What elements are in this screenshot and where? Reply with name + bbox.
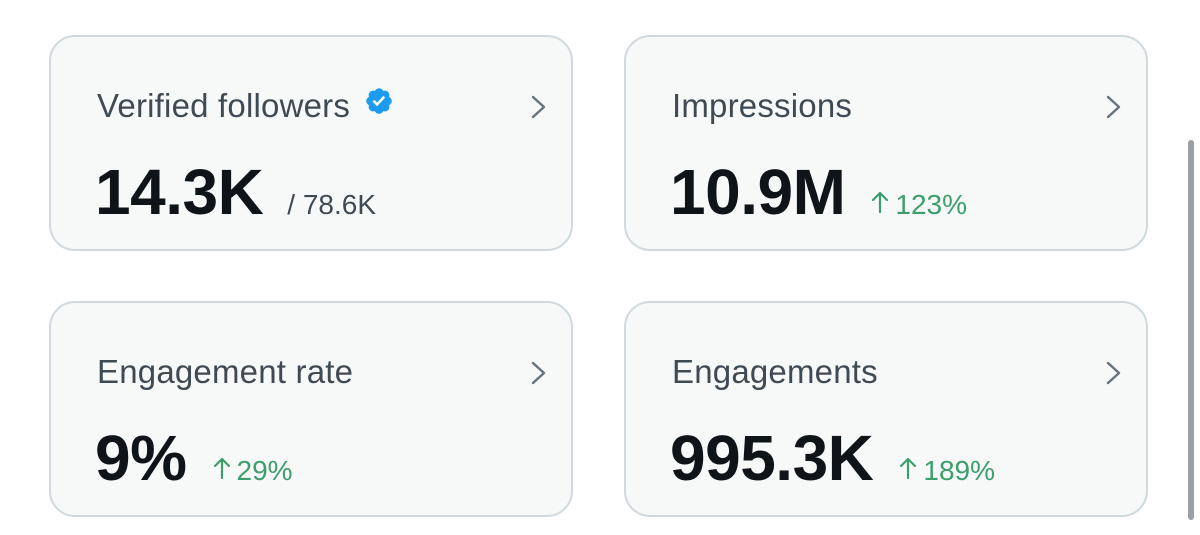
metric-row: 9% 29% bbox=[95, 421, 293, 495]
arrow-up-icon bbox=[213, 457, 230, 480]
verified-badge-icon bbox=[364, 86, 394, 124]
metric-value: 10.9M bbox=[670, 156, 846, 228]
card-title: Engagement rate bbox=[97, 353, 354, 390]
metric-delta-value: 29% bbox=[236, 455, 293, 486]
metric-delta-value: 123% bbox=[895, 189, 967, 220]
card-verified-followers[interactable]: Verified followers 14.3K / 78.6K bbox=[49, 35, 573, 251]
arrow-up-icon bbox=[900, 457, 917, 480]
metric-delta: 29% bbox=[213, 455, 293, 487]
card-title: Impressions bbox=[672, 87, 853, 124]
card-title: Engagements bbox=[672, 353, 878, 390]
metric-row: 10.9M 123% bbox=[670, 155, 967, 229]
analytics-overview: Verified followers 14.3K / 78.6K Impress… bbox=[0, 0, 1200, 535]
metric-row: 14.3K / 78.6K bbox=[95, 155, 376, 229]
arrow-up-icon bbox=[872, 191, 889, 214]
metric-delta: 189% bbox=[899, 455, 995, 487]
card-impressions[interactable]: Impressions 10.9M 123% bbox=[624, 35, 1148, 251]
card-title-label: Verified followers bbox=[97, 87, 351, 124]
metric-delta-value: 189% bbox=[923, 455, 995, 486]
metric-value: 14.3K bbox=[95, 156, 264, 228]
chevron-right-icon[interactable] bbox=[1104, 93, 1124, 121]
chevron-right-icon[interactable] bbox=[1104, 359, 1124, 387]
card-title: Verified followers bbox=[97, 87, 394, 125]
card-engagement-rate[interactable]: Engagement rate 9% 29% bbox=[49, 301, 573, 517]
metric-total: / 78.6K bbox=[287, 189, 377, 220]
chevron-right-icon[interactable] bbox=[529, 93, 549, 121]
chevron-right-icon[interactable] bbox=[529, 359, 549, 387]
metric-value: 995.3K bbox=[670, 422, 874, 494]
card-engagements[interactable]: Engagements 995.3K 189% bbox=[624, 301, 1148, 517]
metric-delta: 123% bbox=[871, 189, 967, 221]
metric-value: 9% bbox=[95, 422, 187, 494]
metric-row: 995.3K 189% bbox=[670, 421, 995, 495]
scrollbar[interactable] bbox=[1188, 140, 1194, 520]
